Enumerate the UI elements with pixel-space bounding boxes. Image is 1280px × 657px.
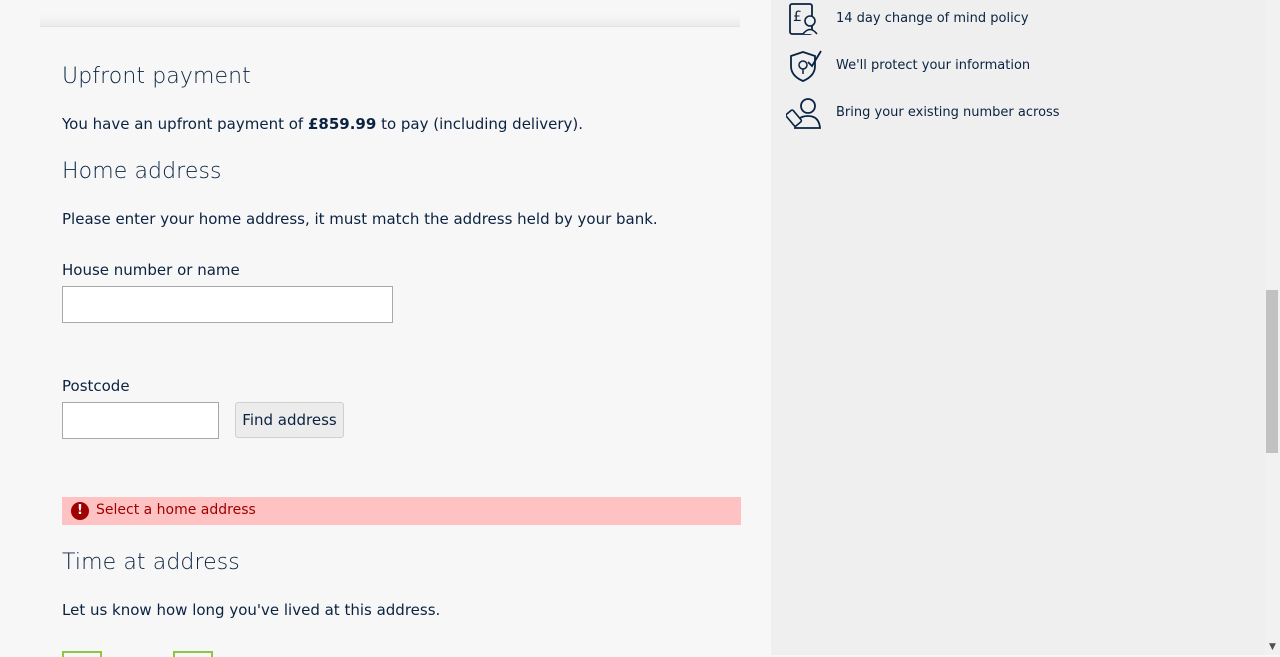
upfront-text-after: to pay (including delivery). xyxy=(376,115,584,133)
feature-label: Bring your existing number across xyxy=(836,105,1060,120)
shield-check-icon xyxy=(790,50,822,82)
postcode-input[interactable] xyxy=(62,402,219,439)
error-text: Select a home address xyxy=(96,502,256,518)
feature-bring-number: Bring your existing number across xyxy=(786,95,1246,135)
upfront-amount: £859.99 xyxy=(307,115,377,133)
scrollbar-thumb[interactable] xyxy=(1266,290,1278,453)
section-divider xyxy=(40,14,740,27)
feature-label: We'll protect your information xyxy=(836,58,1031,73)
person-phone-icon xyxy=(786,98,821,129)
scroll-down-arrow-icon[interactable]: ▼ xyxy=(1265,640,1280,655)
svg-text:£: £ xyxy=(793,9,802,25)
find-address-button[interactable]: Find address xyxy=(235,402,344,438)
years-option[interactable] xyxy=(62,651,102,657)
feature-change-of-mind: £ 14 day change of mind policy xyxy=(786,1,1246,41)
pound-document-icon: £ xyxy=(789,3,818,35)
home-address-intro: Please enter your home address, it must … xyxy=(62,210,658,228)
feature-protect-information: We'll protect your information xyxy=(786,48,1246,88)
feature-label: 14 day change of mind policy xyxy=(836,11,1029,26)
upfront-payment-heading: Upfront payment xyxy=(62,64,251,89)
home-address-heading: Home address xyxy=(62,159,222,184)
house-number-input[interactable] xyxy=(62,286,393,323)
address-error-message: ! Select a home address xyxy=(62,497,741,525)
time-at-address-heading: Time at address xyxy=(62,550,240,575)
upfront-text-before: You have an upfront payment of xyxy=(62,115,308,133)
house-number-label: House number or name xyxy=(62,261,240,279)
time-at-address-intro: Let us know how long you've lived at thi… xyxy=(62,601,441,619)
postcode-label: Postcode xyxy=(62,377,130,395)
months-option[interactable] xyxy=(173,651,213,657)
main-content: Upfront payment You have an upfront paym… xyxy=(0,0,771,657)
upfront-payment-text: You have an upfront payment of £859.99 t… xyxy=(62,115,583,133)
error-icon: ! xyxy=(71,502,89,520)
